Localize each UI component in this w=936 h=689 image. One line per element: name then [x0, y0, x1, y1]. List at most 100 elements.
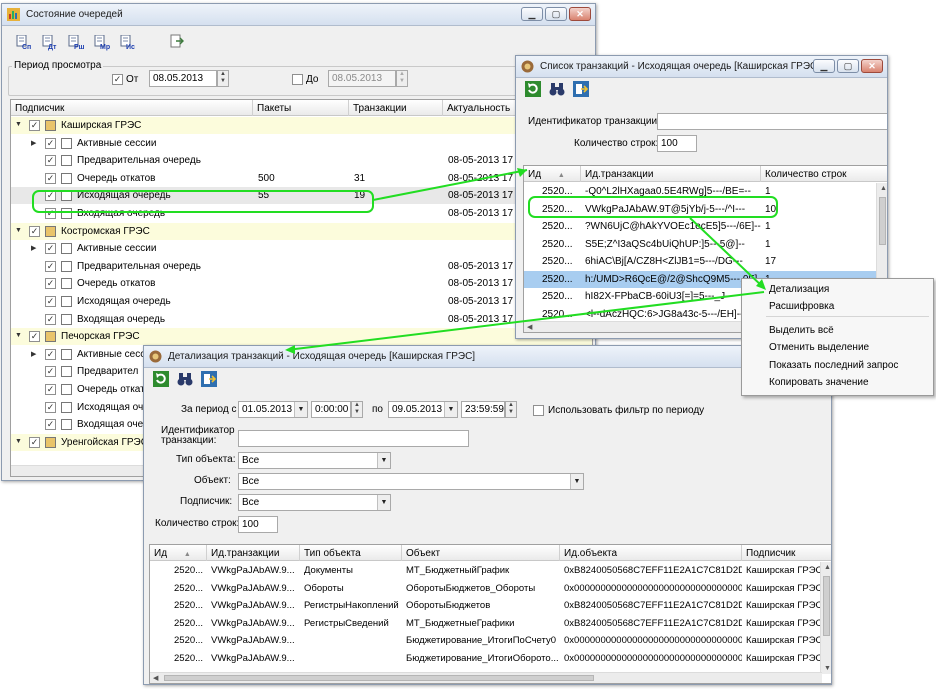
expand-icon[interactable]: ▼ [15, 227, 22, 234]
tree-row[interactable]: ▶ ✓ Активные сессии [11, 135, 592, 152]
from-checkbox[interactable]: ✓ [112, 74, 123, 85]
row-checkbox[interactable]: ✓ [45, 190, 56, 202]
to-date-field[interactable]: 08.05.2013 [328, 70, 396, 87]
row-checkbox[interactable]: ✓ [45, 208, 56, 219]
transaction-row[interactable]: 2520... -Q0^L2lHXagaa0.5E4RWg]5---/BE=-- 1 [524, 183, 878, 200]
detail-row[interactable]: 2520... VWkgPaJAbAW.9... Бюджетирование_Ит… [150, 632, 822, 649]
to-time-field[interactable]: 23:59:59 [461, 401, 505, 418]
toolbar-btn-sp[interactable]: Сп [14, 34, 38, 54]
to-date-field[interactable]: 09.05.2013 ▼ [388, 401, 458, 418]
transaction-id-field[interactable] [238, 430, 469, 447]
col-object-id[interactable]: Ид.объекта [560, 545, 742, 561]
minimize-button[interactable]: ▁ [521, 7, 543, 21]
col-subscriber[interactable]: Подписчик [742, 545, 831, 561]
context-menu-item[interactable]: Отменить выделение [769, 342, 869, 353]
tree-row[interactable]: ✓ Входящая очередь 08-05-2013 17 [11, 311, 592, 328]
row-checkbox[interactable]: ✓ [45, 419, 56, 431]
toolbar-btn-dt[interactable]: Дт [40, 34, 64, 54]
close-button[interactable]: ✕ [569, 7, 591, 21]
from-date-field[interactable]: 08.05.2013 [149, 70, 217, 87]
row-checkbox[interactable]: ✓ [45, 384, 56, 395]
object-type-select[interactable]: Все ▼ [238, 452, 391, 469]
find-button[interactable] [549, 81, 567, 99]
toolbar-btn-mr[interactable]: Мр [92, 34, 116, 54]
row-checkbox[interactable]: ✓ [45, 296, 56, 307]
row-checkbox[interactable]: ✓ [29, 436, 40, 448]
tree-row[interactable]: ✓ Исходящая очередь 55 19 08-05-2013 17 [11, 187, 592, 205]
context-menu-item[interactable]: Показать последний запрос [769, 360, 898, 371]
scroll-down-icon[interactable]: ▼ [824, 665, 831, 672]
minimize-button[interactable]: ▁ [813, 59, 835, 73]
expand-icon[interactable]: ▼ [15, 438, 22, 445]
calendar-dropdown-icon[interactable]: ▼ [444, 402, 457, 417]
to-date-spinner[interactable]: ▲ ▼ [396, 70, 408, 87]
maximize-button[interactable]: ▢ [545, 7, 567, 21]
from-time-spinner[interactable]: ▲ ▼ [351, 401, 363, 418]
transaction-id-field[interactable] [657, 113, 887, 130]
collapsed-icon[interactable]: ▶ [31, 244, 36, 252]
chevron-down-icon[interactable]: ▼ [377, 453, 390, 468]
details-hscroll[interactable]: ◀ [150, 672, 822, 683]
transaction-row[interactable]: 2520... S5E;Z^I3aQSc4bUiQhUP:]5---5@]-- 1 [524, 236, 878, 253]
detail-row[interactable]: 2520... VWkgPaJAbAW.9... Бюджетирование_Ит… [150, 650, 822, 667]
to-checkbox[interactable] [292, 74, 303, 85]
expand-icon[interactable]: ▼ [15, 332, 22, 339]
row-checkbox[interactable]: ✓ [45, 172, 56, 184]
export-button[interactable] [201, 371, 219, 389]
tree-group-row[interactable]: ▼ ✓ Костромская ГРЭС [11, 222, 592, 240]
tree-row[interactable]: ✓ Очередь откатов 08-05-2013 17 [11, 275, 592, 292]
col-transaction-id[interactable]: Ид.транзакции [581, 166, 761, 182]
to-time-spinner[interactable]: ▲ ▼ [505, 401, 517, 418]
row-checkbox[interactable]: ✓ [29, 225, 40, 237]
use-period-filter-checkbox[interactable] [533, 405, 544, 416]
col-object[interactable]: Объект [402, 545, 560, 561]
tree-group-row[interactable]: ▼ ✓ Каширская ГРЭС [11, 117, 592, 134]
context-menu-item[interactable]: Детализация [769, 284, 829, 295]
row-checkbox[interactable]: ✓ [29, 331, 40, 343]
object-select[interactable]: Все ▼ [238, 473, 584, 490]
from-date-field[interactable]: 01.05.2013 ▼ [238, 401, 308, 418]
maximize-button[interactable]: ▢ [837, 59, 859, 73]
from-date-spinner[interactable]: ▲ ▼ [217, 70, 229, 87]
col-transactions[interactable]: Транзакции [349, 100, 443, 116]
scroll-thumb[interactable] [879, 197, 886, 245]
refresh-button[interactable] [525, 81, 543, 99]
chevron-down-icon[interactable]: ▼ [377, 495, 390, 510]
expand-icon[interactable]: ▼ [15, 121, 22, 128]
detail-row[interactable]: 2520... VWkgPaJAbAW.9... РегистрыНакоплени… [150, 597, 822, 614]
row-checkbox[interactable]: ✓ [45, 348, 56, 360]
col-packets[interactable]: Пакеты [253, 100, 349, 116]
tree-row[interactable]: ✓ Предварительная очередь 08-05-2013 17 [11, 258, 592, 275]
detail-row[interactable]: 2520... VWkgPaJAbAW.9... Документы МТ_Бюдже… [150, 562, 822, 579]
detail-row[interactable]: 2520... VWkgPaJAbAW.9... Обороты ОборотыБюд… [150, 580, 822, 597]
col-object-type[interactable]: Тип объекта [300, 545, 402, 561]
tree-row[interactable]: ✓ Исходящая очередь 08-05-2013 17 [11, 293, 592, 310]
col-transaction-id[interactable]: Ид.транзакции [207, 545, 300, 561]
scroll-left-icon[interactable]: ◀ [153, 674, 158, 682]
col-row-count[interactable]: Количество строк [761, 166, 887, 182]
hscroll-thumb[interactable] [164, 675, 594, 681]
tree-row[interactable]: ✓ Очередь откатов 500 31 08-05-2013 17 [11, 170, 592, 187]
refresh-button[interactable] [153, 371, 171, 389]
scroll-up-icon[interactable]: ▲ [824, 564, 831, 571]
toolbar-btn-is[interactable]: Ис [118, 34, 142, 54]
tree-row[interactable]: ✓ Входящая очередь 08-05-2013 17 [11, 205, 592, 222]
row-checkbox[interactable]: ✓ [29, 120, 40, 131]
from-time-field[interactable]: 0:00:00 [311, 401, 351, 418]
subscriber-select[interactable]: Все ▼ [238, 494, 391, 511]
row-checkbox[interactable]: ✓ [45, 366, 56, 378]
tree-row[interactable]: ▶ ✓ Активные сессии [11, 240, 592, 257]
transaction-row[interactable]: 2520... VWkgPaJAbAW.9T@5jYb/j-5---/^I--- 1… [524, 201, 878, 218]
row-checkbox[interactable]: ✓ [45, 137, 56, 149]
context-menu-item[interactable]: Копировать значение [769, 377, 869, 388]
toolbar-btn-rsh[interactable]: Рш [66, 34, 90, 54]
row-checkbox[interactable]: ✓ [45, 313, 56, 325]
calendar-dropdown-icon[interactable]: ▼ [294, 402, 307, 417]
col-subscriber[interactable]: Подписчик [11, 100, 253, 116]
export-button[interactable] [573, 81, 591, 99]
scroll-up-icon[interactable]: ▲ [880, 185, 887, 192]
row-checkbox[interactable]: ✓ [45, 243, 56, 255]
detail-row[interactable]: 2520... VWkgPaJAbAW.9... РегистрыСведений М… [150, 615, 822, 632]
row-checkbox[interactable]: ✓ [45, 260, 56, 272]
context-menu-item[interactable]: Выделить всё [769, 325, 834, 336]
